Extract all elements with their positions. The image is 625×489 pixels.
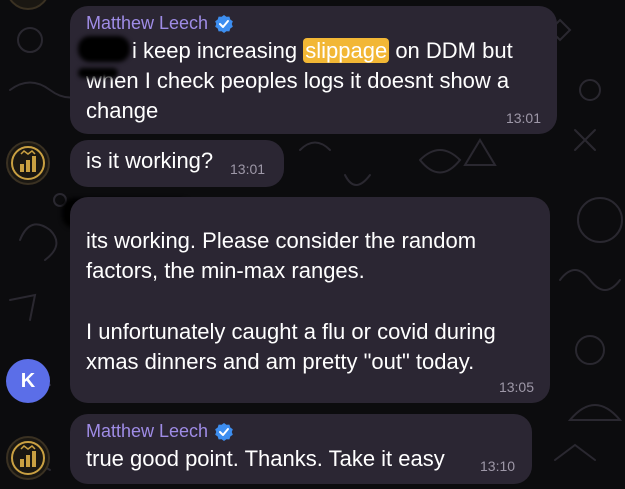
message-bubble-3: its working. Please consider the random … [70, 197, 550, 403]
message-text-line: when I check peoples logs it doesnt show… [86, 68, 510, 93]
avatar[interactable]: K [6, 359, 50, 403]
search-highlight: slippage [303, 38, 390, 63]
sender-name-label: Matthew Leech [86, 421, 209, 441]
sender-name[interactable]: Matthew Leech [86, 13, 234, 34]
message-text-line: i keep increasing slippage on DDM but [132, 36, 513, 66]
message-text-line: its working. Please consider the random [86, 228, 477, 253]
verified-badge-icon [215, 422, 233, 441]
message-time: 13:01 [505, 110, 541, 126]
message-bubble-4: Matthew Leech true good point. Thanks. T… [70, 414, 532, 484]
redaction-mark [78, 68, 118, 78]
message-bubble-1: Matthew Leech i keep increasing slippage… [70, 6, 557, 134]
sender-name-label: Matthew Leech [86, 13, 209, 33]
message-bubble-2: is it working? 13:01 [70, 140, 284, 187]
message-text: true good point. Thanks. Take it easy [86, 446, 445, 471]
sender-name[interactable]: Matthew Leech [86, 421, 234, 442]
message-text-line: xmas dinners and am pretty "out" today. [86, 349, 475, 374]
verified-badge-icon [215, 14, 233, 33]
message-text: i keep increasing [132, 38, 298, 63]
message-text: is it working? [86, 148, 214, 173]
avatar[interactable] [6, 141, 50, 185]
message-time: 13:01 [230, 161, 266, 177]
bar-chart-logo-icon [11, 441, 45, 475]
message-text-line: change [86, 98, 159, 123]
redaction-mark [78, 36, 130, 62]
message-time: 13:05 [498, 379, 534, 395]
message-text-line: I unfortunately caught a flu or covid du… [86, 319, 496, 344]
message-text-line: factors, the min-max ranges. [86, 258, 365, 283]
avatar[interactable] [6, 436, 50, 480]
message-time: 13:10 [480, 458, 516, 474]
message-text: on DDM but [395, 38, 513, 63]
bar-chart-logo-icon [11, 146, 45, 180]
